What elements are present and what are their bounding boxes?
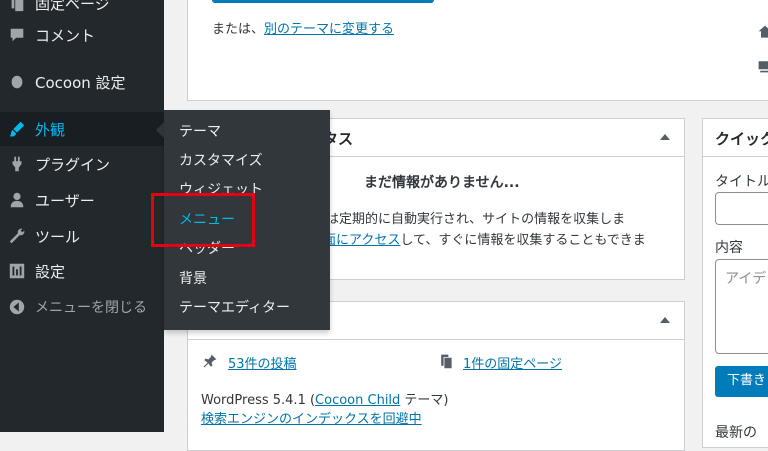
- pages-icon: [438, 353, 454, 373]
- pages-icon: [8, 0, 26, 12]
- panel-toggle-icon[interactable]: [660, 134, 670, 140]
- recent-drafts-label: 最新の: [715, 425, 757, 441]
- sidebar-item-label: プラグイン: [35, 155, 111, 174]
- plugins-icon: [8, 155, 26, 173]
- change-theme-link[interactable]: 別のテーマに変更する: [264, 22, 394, 37]
- sidebar-item-cocoon-settings[interactable]: Cocoon 設定: [0, 65, 164, 99]
- home-icon[interactable]: [757, 24, 768, 44]
- panel-toggle-icon[interactable]: [660, 317, 670, 323]
- sidebar-item-label: ツール: [35, 227, 81, 246]
- pages-count-link[interactable]: 1件の固定ページ: [463, 353, 562, 372]
- sidebar-item-users[interactable]: ユーザー: [0, 183, 164, 217]
- draft-content-placeholder: アイデ: [725, 271, 767, 287]
- sidebar-item-plugins[interactable]: プラグイン: [0, 147, 164, 181]
- submenu-item-customize[interactable]: カスタマイズ: [179, 147, 263, 175]
- theme-link[interactable]: Cocoon Child: [315, 393, 400, 408]
- submenu-pointer: [156, 122, 164, 138]
- no-info-heading: まだ情報がありません...: [364, 175, 520, 191]
- quick-draft-panel-header: クイック: [703, 119, 768, 157]
- sidebar-item-label: 設定: [35, 262, 66, 281]
- submenu-item-background[interactable]: 背景: [179, 265, 207, 293]
- submenu-item-themes[interactable]: テーマ: [179, 118, 221, 146]
- sidebar-item-settings[interactable]: 設定: [0, 254, 164, 288]
- content-label: 内容: [715, 240, 743, 256]
- posts-count-link[interactable]: 53件の投稿: [228, 353, 297, 372]
- wp-version-info: WordPress 5.4.1 (Cocoon Child テーマ): [201, 393, 449, 408]
- comments-icon: [8, 26, 26, 44]
- site-health-description-2: 面にアクセスして、すぐに情報を収集することもできま: [323, 233, 646, 248]
- comments-settings-icon[interactable]: [757, 58, 768, 78]
- title-label: タイトル: [715, 174, 768, 190]
- search-engine-notice-link[interactable]: 検索エンジンのインデックスを回避中: [201, 408, 422, 427]
- sidebar-item-appearance[interactable]: 外観: [0, 112, 164, 146]
- settings-icon: [8, 262, 26, 280]
- sidebar-item-label: コメント: [35, 26, 96, 45]
- sidebar-item-label: 外観: [35, 120, 66, 139]
- cocoon-icon: [8, 73, 26, 91]
- save-draft-button[interactable]: 下書き: [715, 366, 768, 397]
- menu-highlight-box: [151, 193, 255, 247]
- welcome-panel: または、別のテーマに変更する: [187, 0, 768, 101]
- admin-sidebar: 固定ページ コメント Cocoon 設定 外観 プラグイン ユーザー ツール 設…: [0, 0, 164, 432]
- collapse-menu-button[interactable]: メニューを閉じる: [0, 290, 164, 324]
- submenu-item-theme-editor[interactable]: テーマエディター: [179, 294, 290, 322]
- wrench-icon: [8, 227, 26, 245]
- site-health-link[interactable]: 面にアクセス: [323, 233, 400, 248]
- site-health-description: マは定期的に自動実行され、サイトの情報を収集しま: [313, 212, 626, 227]
- sidebar-item-comments[interactable]: コメント: [0, 18, 164, 52]
- panel-title: クイック: [715, 130, 768, 148]
- brush-icon: [8, 120, 26, 138]
- quick-draft-panel: クイック タイトル 内容 アイデ 下書き 最新の: [702, 118, 768, 448]
- pin-icon: [202, 353, 218, 373]
- sidebar-item-label: メニューを閉じる: [35, 300, 147, 316]
- sidebar-item-label: 固定ページ: [35, 0, 110, 13]
- draft-title-input[interactable]: [715, 192, 768, 225]
- sidebar-item-pages[interactable]: 固定ページ: [0, 0, 164, 20]
- sidebar-item-label: Cocoon 設定: [35, 73, 126, 92]
- collapse-icon: [8, 298, 26, 316]
- change-theme-line: または、別のテーマに変更する: [212, 22, 395, 37]
- sidebar-item-label: ユーザー: [35, 191, 95, 210]
- sidebar-item-tools[interactable]: ツール: [0, 219, 164, 253]
- draft-content-textarea[interactable]: アイデ: [715, 259, 768, 354]
- user-icon: [8, 191, 26, 209]
- customize-site-button[interactable]: [212, 0, 434, 3]
